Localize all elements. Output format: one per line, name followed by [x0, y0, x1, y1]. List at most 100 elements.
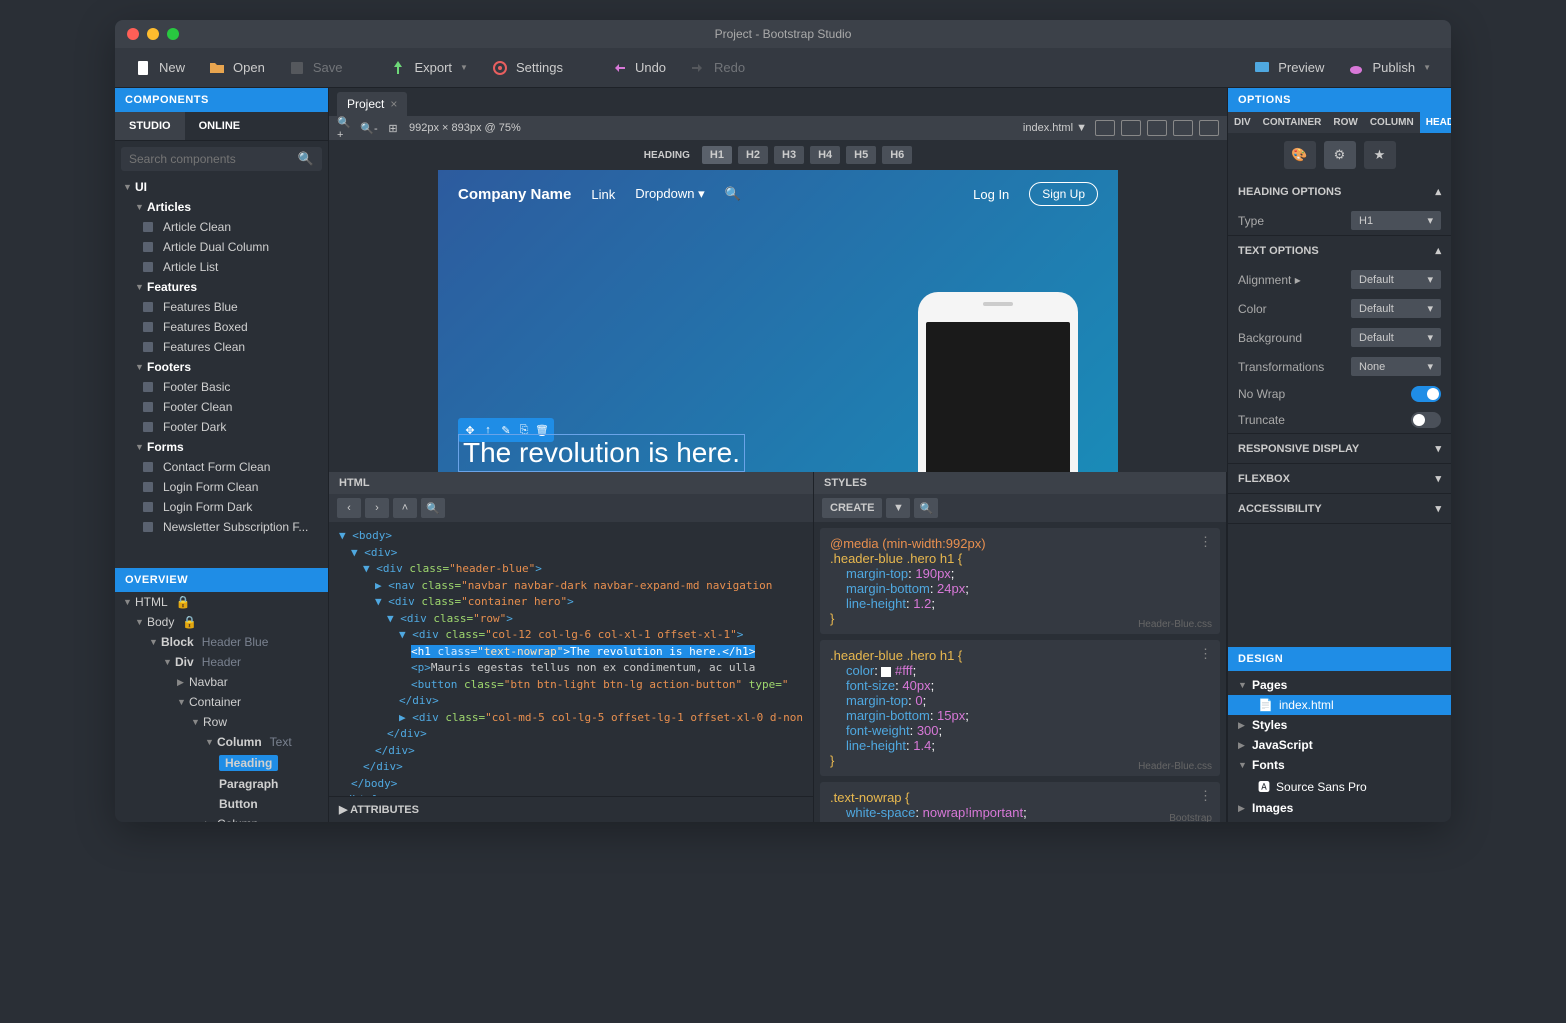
design-styles[interactable]: ▶Styles	[1228, 715, 1451, 735]
accessibility-header[interactable]: ACCESSIBILITY▾	[1228, 494, 1451, 523]
preview-button[interactable]: Preview	[1244, 54, 1334, 82]
css-rule[interactable]: ⋮ .header-blue .hero h1 { color: #fff; f…	[820, 640, 1220, 776]
component-item[interactable]: Footer Dark	[115, 417, 328, 437]
minimize-window-icon[interactable]	[147, 28, 159, 40]
overview-container[interactable]: ▼Container	[115, 692, 328, 712]
studio-tab[interactable]: STUDIO	[115, 112, 185, 140]
appearance-tab-icon[interactable]: 🎨	[1284, 141, 1316, 169]
component-item[interactable]: Article Dual Column	[115, 237, 328, 257]
device-tablet-icon[interactable]	[1121, 120, 1141, 136]
html-search-icon[interactable]: 🔍	[421, 498, 445, 518]
zoom-out-icon[interactable]: 🔍-	[361, 120, 377, 136]
component-item[interactable]: Features Boxed	[115, 317, 328, 337]
nav-back-icon[interactable]: ‹	[337, 498, 361, 518]
design-font-item[interactable]: 🅰 Source Sans Pro	[1228, 775, 1451, 798]
features-category[interactable]: ▼Features	[115, 277, 328, 297]
transformations-select[interactable]: None▾	[1351, 357, 1441, 376]
heading-options-header[interactable]: HEADING OPTIONS▴	[1228, 177, 1451, 206]
crumb-column[interactable]: COLUMN	[1364, 112, 1420, 133]
html-code[interactable]: ▼ <body> ▼ <div> ▼ <div class="header-bl…	[329, 522, 813, 796]
device-mobile-icon[interactable]	[1095, 120, 1115, 136]
h3-button[interactable]: H3	[774, 146, 804, 164]
css-rule[interactable]: ⋮ .text-nowrap { white-space: nowrap!imp…	[820, 782, 1220, 822]
file-dropdown[interactable]: index.html ▼	[1023, 122, 1087, 134]
publish-button[interactable]: Publish▼	[1338, 54, 1441, 82]
zoom-in-icon[interactable]: 🔍+	[337, 120, 353, 136]
component-item[interactable]: Contact Form Clean	[115, 457, 328, 477]
overview-row[interactable]: ▼Row	[115, 712, 328, 732]
device-desktop-icon[interactable]	[1199, 120, 1219, 136]
export-button[interactable]: Export▼	[380, 54, 478, 82]
styles-search-icon[interactable]: 🔍	[914, 498, 938, 518]
component-item[interactable]: Login Form Dark	[115, 497, 328, 517]
rule-menu-icon[interactable]: ⋮	[1199, 788, 1212, 804]
create-style-button[interactable]: CREATE	[822, 498, 882, 518]
alignment-select[interactable]: Default▾	[1351, 270, 1441, 289]
component-item[interactable]: Footer Clean	[115, 397, 328, 417]
crumb-div[interactable]: DIV	[1228, 112, 1257, 133]
component-item[interactable]: Newsletter Subscription F...	[115, 517, 328, 537]
overview-body[interactable]: ▼Body 🔒	[115, 612, 328, 632]
device-tablet-wide-icon[interactable]	[1147, 120, 1167, 136]
styles-body[interactable]: ⋮ @media (min-width:992px) .header-blue …	[814, 522, 1226, 822]
h4-button[interactable]: H4	[810, 146, 840, 164]
rule-menu-icon[interactable]: ⋮	[1199, 646, 1212, 662]
design-javascript[interactable]: ▶JavaScript	[1228, 735, 1451, 755]
component-item[interactable]: Features Blue	[115, 297, 328, 317]
new-button[interactable]: New	[125, 54, 195, 82]
h6-button[interactable]: H6	[882, 146, 912, 164]
attributes-header[interactable]: ▶ ATTRIBUTES	[329, 796, 813, 822]
canvas-hero-h1[interactable]: The revolution is here.	[458, 434, 745, 472]
text-options-header[interactable]: TEXT OPTIONS▴	[1228, 236, 1451, 265]
overview-button[interactable]: Button	[115, 794, 328, 814]
background-select[interactable]: Default▾	[1351, 328, 1441, 347]
type-select[interactable]: H1▾	[1351, 211, 1441, 230]
color-select[interactable]: Default▾	[1351, 299, 1441, 318]
overview-html[interactable]: ▼HTML 🔒	[115, 592, 328, 612]
h5-button[interactable]: H5	[846, 146, 876, 164]
close-window-icon[interactable]	[127, 28, 139, 40]
file-tab-project[interactable]: Project×	[337, 92, 407, 116]
css-rule[interactable]: ⋮ @media (min-width:992px) .header-blue …	[820, 528, 1220, 634]
ui-category[interactable]: ▼UI	[115, 177, 328, 197]
component-item[interactable]: Features Clean	[115, 337, 328, 357]
forms-category[interactable]: ▼Forms	[115, 437, 328, 457]
overview-column-2[interactable]: ▶Column	[115, 814, 328, 822]
truncate-toggle[interactable]	[1411, 412, 1441, 428]
canvas[interactable]: Company Name Link Dropdown ▾ 🔍 Log In Si…	[438, 170, 1118, 472]
animation-tab-icon[interactable]: ★	[1364, 141, 1396, 169]
component-item[interactable]: Footer Basic	[115, 377, 328, 397]
rule-menu-icon[interactable]: ⋮	[1199, 534, 1212, 550]
device-laptop-icon[interactable]	[1173, 120, 1193, 136]
redo-button[interactable]: Redo	[680, 54, 755, 82]
articles-category[interactable]: ▼Articles	[115, 197, 328, 217]
footers-category[interactable]: ▼Footers	[115, 357, 328, 377]
nav-up-icon[interactable]: ˄	[393, 498, 417, 518]
h2-button[interactable]: H2	[738, 146, 768, 164]
fit-icon[interactable]: ⊞	[385, 120, 401, 136]
h1-button[interactable]: H1	[702, 146, 732, 164]
design-fonts[interactable]: ▼Fonts	[1228, 755, 1451, 775]
component-item[interactable]: Login Form Clean	[115, 477, 328, 497]
undo-button[interactable]: Undo	[601, 54, 676, 82]
save-button[interactable]: Save	[279, 54, 353, 82]
overview-paragraph[interactable]: Paragraph	[115, 774, 328, 794]
maximize-window-icon[interactable]	[167, 28, 179, 40]
nav-fwd-icon[interactable]: ›	[365, 498, 389, 518]
overview-column[interactable]: ▼ColumnText	[115, 732, 328, 752]
overview-navbar[interactable]: ▶Navbar	[115, 672, 328, 692]
nowrap-toggle[interactable]	[1411, 386, 1441, 402]
design-images[interactable]: ▶Images	[1228, 798, 1451, 818]
component-item[interactable]: Article List	[115, 257, 328, 277]
settings-button[interactable]: Settings	[482, 54, 573, 82]
overview-heading[interactable]: Heading	[115, 752, 328, 774]
design-index[interactable]: 📄 index.html	[1228, 695, 1451, 715]
create-dropdown-icon[interactable]: ▼	[886, 498, 910, 518]
flexbox-header[interactable]: FLEXBOX▾	[1228, 464, 1451, 493]
design-pages[interactable]: ▼Pages	[1228, 675, 1451, 695]
crumb-container[interactable]: CONTAINER	[1257, 112, 1328, 133]
crumb-row[interactable]: ROW	[1327, 112, 1363, 133]
overview-block[interactable]: ▼BlockHeader Blue	[115, 632, 328, 652]
open-button[interactable]: Open	[199, 54, 275, 82]
responsive-header[interactable]: RESPONSIVE DISPLAY▾	[1228, 434, 1451, 463]
